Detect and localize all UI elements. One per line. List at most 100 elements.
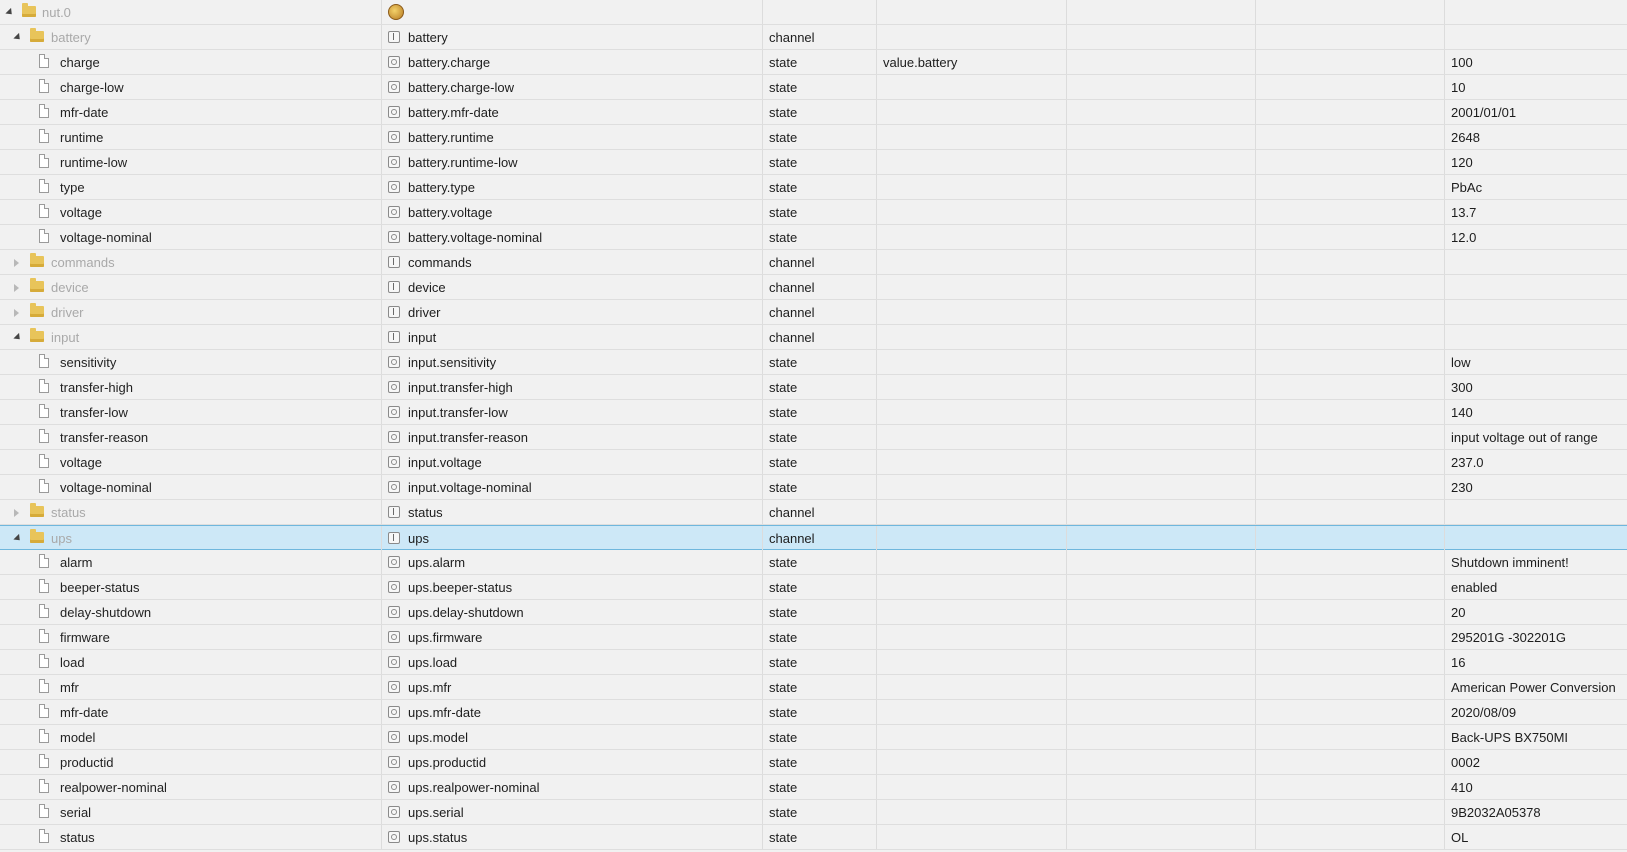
object-value-cell[interactable] [1445,500,1627,524]
tree-row-channel[interactable]: driver driver channel [0,300,1627,325]
tree-row-state[interactable]: mfr-date battery.mfr-date state 2001/01/01 [0,100,1627,125]
tree-row-channel[interactable]: status status channel [0,500,1627,525]
object-value-cell[interactable]: 300 [1445,375,1627,399]
collapse-toggle-icon[interactable] [13,533,23,544]
tree-row-state[interactable]: transfer-reason input.transfer-reason stat… [0,425,1627,450]
tree-row-channel[interactable]: device device channel [0,275,1627,300]
object-room-cell [1067,500,1256,524]
object-function-cell [1256,175,1445,199]
object-value-cell[interactable] [1445,300,1627,324]
object-value-cell[interactable]: low [1445,350,1627,374]
object-name-cell: serial [0,800,382,824]
object-value-cell[interactable]: Shutdown imminent! [1445,550,1627,574]
object-value-cell[interactable] [1445,526,1627,550]
tree-row-state[interactable]: mfr ups.mfr state American Power Conversion [0,675,1627,700]
object-id-cell: input.sensitivity [382,350,763,374]
object-name-cell: device [0,275,382,299]
tree-row-state[interactable]: beeper-status ups.beeper-status state enabl… [0,575,1627,600]
tree-row-state[interactable]: mfr-date ups.mfr-date state 2020/08/09 [0,700,1627,725]
object-room-cell [1067,800,1256,824]
object-value-cell[interactable] [1445,25,1627,49]
tree-row-state[interactable]: transfer-high input.transfer-high state 300 [0,375,1627,400]
collapse-toggle-icon[interactable] [5,7,15,18]
tree-row-state[interactable]: model ups.model state Back-UPS BX750MI [0,725,1627,750]
tree-row-state[interactable]: runtime-low battery.runtime-low state 120 [0,150,1627,175]
object-value-cell[interactable]: 410 [1445,775,1627,799]
object-value-cell[interactable]: 13.7 [1445,200,1627,224]
object-value-cell[interactable]: 100 [1445,50,1627,74]
tree-row-state[interactable]: alarm ups.alarm state Shutdown imminent! [0,550,1627,575]
object-value-cell[interactable] [1445,250,1627,274]
object-value-cell[interactable]: 9B2032A05378 [1445,800,1627,824]
object-value-cell[interactable]: 12.0 [1445,225,1627,249]
collapse-toggle-icon[interactable] [13,332,23,343]
tree-row-state[interactable]: transfer-low input.transfer-low state 140 [0,400,1627,425]
tree-row-state[interactable]: charge battery.charge state value.battery 10… [0,50,1627,75]
tree-row-channel[interactable]: input input channel [0,325,1627,350]
object-name: model [60,730,96,745]
object-value-cell[interactable]: 2648 [1445,125,1627,149]
object-value-cell[interactable]: 16 [1445,650,1627,674]
state-icon [388,731,400,743]
object-value-cell[interactable] [1445,325,1627,349]
folder-icon [30,253,44,267]
expand-toggle-icon[interactable] [14,509,19,517]
object-value-cell[interactable]: 237.0 [1445,450,1627,474]
tree-row-channel[interactable]: battery battery channel [0,25,1627,50]
tree-row-state[interactable]: voltage-nominal battery.voltage-nominal st… [0,225,1627,250]
tree-row-state[interactable]: voltage input.voltage state 237.0 [0,450,1627,475]
object-name-cell: voltage [0,450,382,474]
object-id-cell: battery.mfr-date [382,100,763,124]
expand-toggle-icon[interactable] [14,284,19,292]
object-value-cell[interactable]: Back-UPS BX750MI [1445,725,1627,749]
tree-row-channel[interactable]: ups ups channel [0,525,1627,550]
object-value-cell[interactable]: enabled [1445,575,1627,599]
file-icon [39,354,49,368]
tree-row-state[interactable]: serial ups.serial state 9B2032A05378 [0,800,1627,825]
tree-row-channel[interactable]: commands commands channel [0,250,1627,275]
object-name: transfer-high [60,380,133,395]
object-value-cell[interactable]: American Power Conversion [1445,675,1627,699]
tree-row-state[interactable]: load ups.load state 16 [0,650,1627,675]
tree-row-state[interactable]: productid ups.productid state 0002 [0,750,1627,775]
tree-row-state[interactable]: firmware ups.firmware state 295201G -302201… [0,625,1627,650]
tree-row-state[interactable]: voltage battery.voltage state 13.7 [0,200,1627,225]
tree-row-state[interactable]: status ups.status state OL [0,825,1627,850]
object-id-cell: battery.charge [382,50,763,74]
tree-row-state[interactable]: sensitivity input.sensitivity state low [0,350,1627,375]
object-function-cell [1256,475,1445,499]
object-value-cell[interactable]: 140 [1445,400,1627,424]
object-value-cell[interactable]: 2020/08/09 [1445,700,1627,724]
object-id: ups.realpower-nominal [408,780,540,795]
expand-toggle-icon[interactable] [14,309,19,317]
expand-toggle-icon[interactable] [14,259,19,267]
object-function-cell [1256,700,1445,724]
object-value-cell[interactable]: 230 [1445,475,1627,499]
object-id-cell: device [382,275,763,299]
object-value-cell[interactable] [1445,275,1627,299]
tree-row-state[interactable]: realpower-nominal ups.realpower-nominal st… [0,775,1627,800]
object-value-cell[interactable]: 20 [1445,600,1627,624]
object-value-cell[interactable]: PbAc [1445,175,1627,199]
collapse-toggle-icon[interactable] [13,32,23,43]
object-id-cell: commands [382,250,763,274]
object-id-cell: battery [382,25,763,49]
object-value-cell[interactable]: input voltage out of range [1445,425,1627,449]
object-role-cell [877,750,1067,774]
tree-row-state[interactable]: voltage-nominal input.voltage-nominal stat… [0,475,1627,500]
tree-row-state[interactable]: runtime battery.runtime state 2648 [0,125,1627,150]
object-value-cell[interactable]: 295201G -302201G [1445,625,1627,649]
tree-row-state[interactable]: charge-low battery.charge-low state 10 [0,75,1627,100]
tree-row-state[interactable]: type battery.type state PbAc [0,175,1627,200]
object-value-cell[interactable]: 0002 [1445,750,1627,774]
object-value: 0002 [1451,755,1480,770]
object-value-cell[interactable]: 120 [1445,150,1627,174]
object-value-cell[interactable]: 2001/01/01 [1445,100,1627,124]
tree-row-state[interactable]: delay-shutdown ups.delay-shutdown state 20 [0,600,1627,625]
object-room-cell [1067,0,1256,24]
state-icon [388,231,400,243]
object-value-cell[interactable]: OL [1445,825,1627,849]
state-icon [388,581,400,593]
object-value-cell[interactable]: 10 [1445,75,1627,99]
tree-row-root[interactable]: nut.0 [0,0,1627,25]
